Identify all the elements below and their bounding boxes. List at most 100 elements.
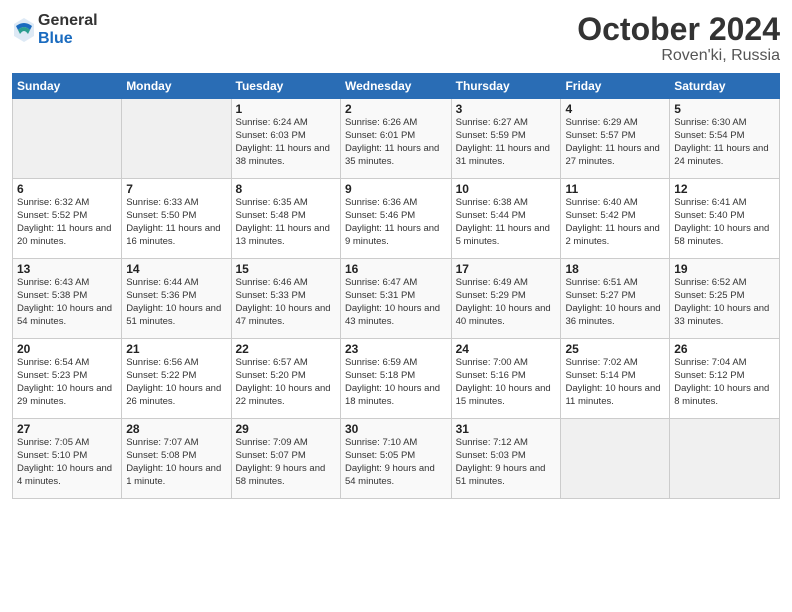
- calendar-cell: 11Sunrise: 6:40 AM Sunset: 5:42 PM Dayli…: [561, 179, 670, 259]
- day-number: 15: [236, 262, 336, 276]
- calendar-cell: 2Sunrise: 6:26 AM Sunset: 6:01 PM Daylig…: [340, 99, 451, 179]
- day-content: Sunrise: 6:49 AM Sunset: 5:29 PM Dayligh…: [456, 277, 557, 328]
- calendar-cell: 9Sunrise: 6:36 AM Sunset: 5:46 PM Daylig…: [340, 179, 451, 259]
- day-content: Sunrise: 7:07 AM Sunset: 5:08 PM Dayligh…: [126, 437, 226, 488]
- header-sunday: Sunday: [13, 74, 122, 99]
- day-number: 14: [126, 262, 226, 276]
- day-number: 9: [345, 182, 447, 196]
- day-content: Sunrise: 6:52 AM Sunset: 5:25 PM Dayligh…: [674, 277, 775, 328]
- header-monday: Monday: [122, 74, 231, 99]
- day-number: 28: [126, 422, 226, 436]
- calendar-cell: 22Sunrise: 6:57 AM Sunset: 5:20 PM Dayli…: [231, 339, 340, 419]
- calendar-week-5: 27Sunrise: 7:05 AM Sunset: 5:10 PM Dayli…: [13, 419, 780, 499]
- header-row: Sunday Monday Tuesday Wednesday Thursday…: [13, 74, 780, 99]
- day-number: 25: [565, 342, 665, 356]
- day-number: 22: [236, 342, 336, 356]
- logo-icon: [12, 16, 36, 44]
- calendar-cell: 28Sunrise: 7:07 AM Sunset: 5:08 PM Dayli…: [122, 419, 231, 499]
- day-content: Sunrise: 7:05 AM Sunset: 5:10 PM Dayligh…: [17, 437, 117, 488]
- calendar-cell: 30Sunrise: 7:10 AM Sunset: 5:05 PM Dayli…: [340, 419, 451, 499]
- day-number: 1: [236, 102, 336, 116]
- day-number: 24: [456, 342, 557, 356]
- calendar-cell: 16Sunrise: 6:47 AM Sunset: 5:31 PM Dayli…: [340, 259, 451, 339]
- calendar: Sunday Monday Tuesday Wednesday Thursday…: [12, 73, 780, 499]
- day-number: 18: [565, 262, 665, 276]
- day-content: Sunrise: 6:36 AM Sunset: 5:46 PM Dayligh…: [345, 197, 447, 248]
- calendar-cell: 14Sunrise: 6:44 AM Sunset: 5:36 PM Dayli…: [122, 259, 231, 339]
- calendar-cell: 21Sunrise: 6:56 AM Sunset: 5:22 PM Dayli…: [122, 339, 231, 419]
- title-section: October 2024 Roven'ki, Russia: [577, 12, 780, 65]
- day-content: Sunrise: 6:33 AM Sunset: 5:50 PM Dayligh…: [126, 197, 226, 248]
- calendar-cell: 19Sunrise: 6:52 AM Sunset: 5:25 PM Dayli…: [670, 259, 780, 339]
- page-header: General Blue October 2024 Roven'ki, Russ…: [12, 12, 780, 65]
- day-content: Sunrise: 7:12 AM Sunset: 5:03 PM Dayligh…: [456, 437, 557, 488]
- day-number: 11: [565, 182, 665, 196]
- calendar-cell: 27Sunrise: 7:05 AM Sunset: 5:10 PM Dayli…: [13, 419, 122, 499]
- day-content: Sunrise: 6:30 AM Sunset: 5:54 PM Dayligh…: [674, 117, 775, 168]
- day-content: Sunrise: 6:27 AM Sunset: 5:59 PM Dayligh…: [456, 117, 557, 168]
- day-number: 19: [674, 262, 775, 276]
- calendar-cell: [122, 99, 231, 179]
- calendar-cell: 17Sunrise: 6:49 AM Sunset: 5:29 PM Dayli…: [451, 259, 561, 339]
- calendar-cell: 6Sunrise: 6:32 AM Sunset: 5:52 PM Daylig…: [13, 179, 122, 259]
- day-content: Sunrise: 6:54 AM Sunset: 5:23 PM Dayligh…: [17, 357, 117, 408]
- day-content: Sunrise: 6:46 AM Sunset: 5:33 PM Dayligh…: [236, 277, 336, 328]
- calendar-cell: [561, 419, 670, 499]
- calendar-cell: 7Sunrise: 6:33 AM Sunset: 5:50 PM Daylig…: [122, 179, 231, 259]
- calendar-cell: 23Sunrise: 6:59 AM Sunset: 5:18 PM Dayli…: [340, 339, 451, 419]
- calendar-cell: 31Sunrise: 7:12 AM Sunset: 5:03 PM Dayli…: [451, 419, 561, 499]
- day-number: 6: [17, 182, 117, 196]
- calendar-week-3: 13Sunrise: 6:43 AM Sunset: 5:38 PM Dayli…: [13, 259, 780, 339]
- day-number: 7: [126, 182, 226, 196]
- calendar-week-2: 6Sunrise: 6:32 AM Sunset: 5:52 PM Daylig…: [13, 179, 780, 259]
- day-content: Sunrise: 7:02 AM Sunset: 5:14 PM Dayligh…: [565, 357, 665, 408]
- day-number: 12: [674, 182, 775, 196]
- month-title: October 2024: [577, 12, 780, 47]
- day-content: Sunrise: 6:40 AM Sunset: 5:42 PM Dayligh…: [565, 197, 665, 248]
- day-number: 21: [126, 342, 226, 356]
- day-number: 27: [17, 422, 117, 436]
- day-content: Sunrise: 6:43 AM Sunset: 5:38 PM Dayligh…: [17, 277, 117, 328]
- calendar-cell: 1Sunrise: 6:24 AM Sunset: 6:03 PM Daylig…: [231, 99, 340, 179]
- day-number: 31: [456, 422, 557, 436]
- day-content: Sunrise: 6:51 AM Sunset: 5:27 PM Dayligh…: [565, 277, 665, 328]
- calendar-cell: [670, 419, 780, 499]
- calendar-header: Sunday Monday Tuesday Wednesday Thursday…: [13, 74, 780, 99]
- day-content: Sunrise: 6:35 AM Sunset: 5:48 PM Dayligh…: [236, 197, 336, 248]
- day-content: Sunrise: 6:41 AM Sunset: 5:40 PM Dayligh…: [674, 197, 775, 248]
- calendar-cell: 4Sunrise: 6:29 AM Sunset: 5:57 PM Daylig…: [561, 99, 670, 179]
- calendar-cell: 5Sunrise: 6:30 AM Sunset: 5:54 PM Daylig…: [670, 99, 780, 179]
- day-content: Sunrise: 6:32 AM Sunset: 5:52 PM Dayligh…: [17, 197, 117, 248]
- day-content: Sunrise: 7:04 AM Sunset: 5:12 PM Dayligh…: [674, 357, 775, 408]
- day-number: 8: [236, 182, 336, 196]
- logo-general: General: [38, 12, 98, 30]
- logo-blue: Blue: [38, 30, 98, 48]
- calendar-cell: 10Sunrise: 6:38 AM Sunset: 5:44 PM Dayli…: [451, 179, 561, 259]
- day-number: 3: [456, 102, 557, 116]
- day-content: Sunrise: 7:09 AM Sunset: 5:07 PM Dayligh…: [236, 437, 336, 488]
- logo: General Blue: [12, 12, 98, 47]
- day-content: Sunrise: 6:38 AM Sunset: 5:44 PM Dayligh…: [456, 197, 557, 248]
- calendar-cell: 12Sunrise: 6:41 AM Sunset: 5:40 PM Dayli…: [670, 179, 780, 259]
- header-friday: Friday: [561, 74, 670, 99]
- calendar-cell: 15Sunrise: 6:46 AM Sunset: 5:33 PM Dayli…: [231, 259, 340, 339]
- calendar-cell: 13Sunrise: 6:43 AM Sunset: 5:38 PM Dayli…: [13, 259, 122, 339]
- day-content: Sunrise: 6:59 AM Sunset: 5:18 PM Dayligh…: [345, 357, 447, 408]
- day-content: Sunrise: 6:56 AM Sunset: 5:22 PM Dayligh…: [126, 357, 226, 408]
- day-number: 17: [456, 262, 557, 276]
- day-content: Sunrise: 6:44 AM Sunset: 5:36 PM Dayligh…: [126, 277, 226, 328]
- header-tuesday: Tuesday: [231, 74, 340, 99]
- day-number: 13: [17, 262, 117, 276]
- header-thursday: Thursday: [451, 74, 561, 99]
- day-content: Sunrise: 7:00 AM Sunset: 5:16 PM Dayligh…: [456, 357, 557, 408]
- day-content: Sunrise: 6:57 AM Sunset: 5:20 PM Dayligh…: [236, 357, 336, 408]
- calendar-cell: 20Sunrise: 6:54 AM Sunset: 5:23 PM Dayli…: [13, 339, 122, 419]
- day-content: Sunrise: 6:26 AM Sunset: 6:01 PM Dayligh…: [345, 117, 447, 168]
- day-number: 29: [236, 422, 336, 436]
- day-number: 23: [345, 342, 447, 356]
- logo-text: General Blue: [38, 12, 98, 47]
- calendar-cell: 24Sunrise: 7:00 AM Sunset: 5:16 PM Dayli…: [451, 339, 561, 419]
- calendar-week-4: 20Sunrise: 6:54 AM Sunset: 5:23 PM Dayli…: [13, 339, 780, 419]
- header-saturday: Saturday: [670, 74, 780, 99]
- day-content: Sunrise: 6:47 AM Sunset: 5:31 PM Dayligh…: [345, 277, 447, 328]
